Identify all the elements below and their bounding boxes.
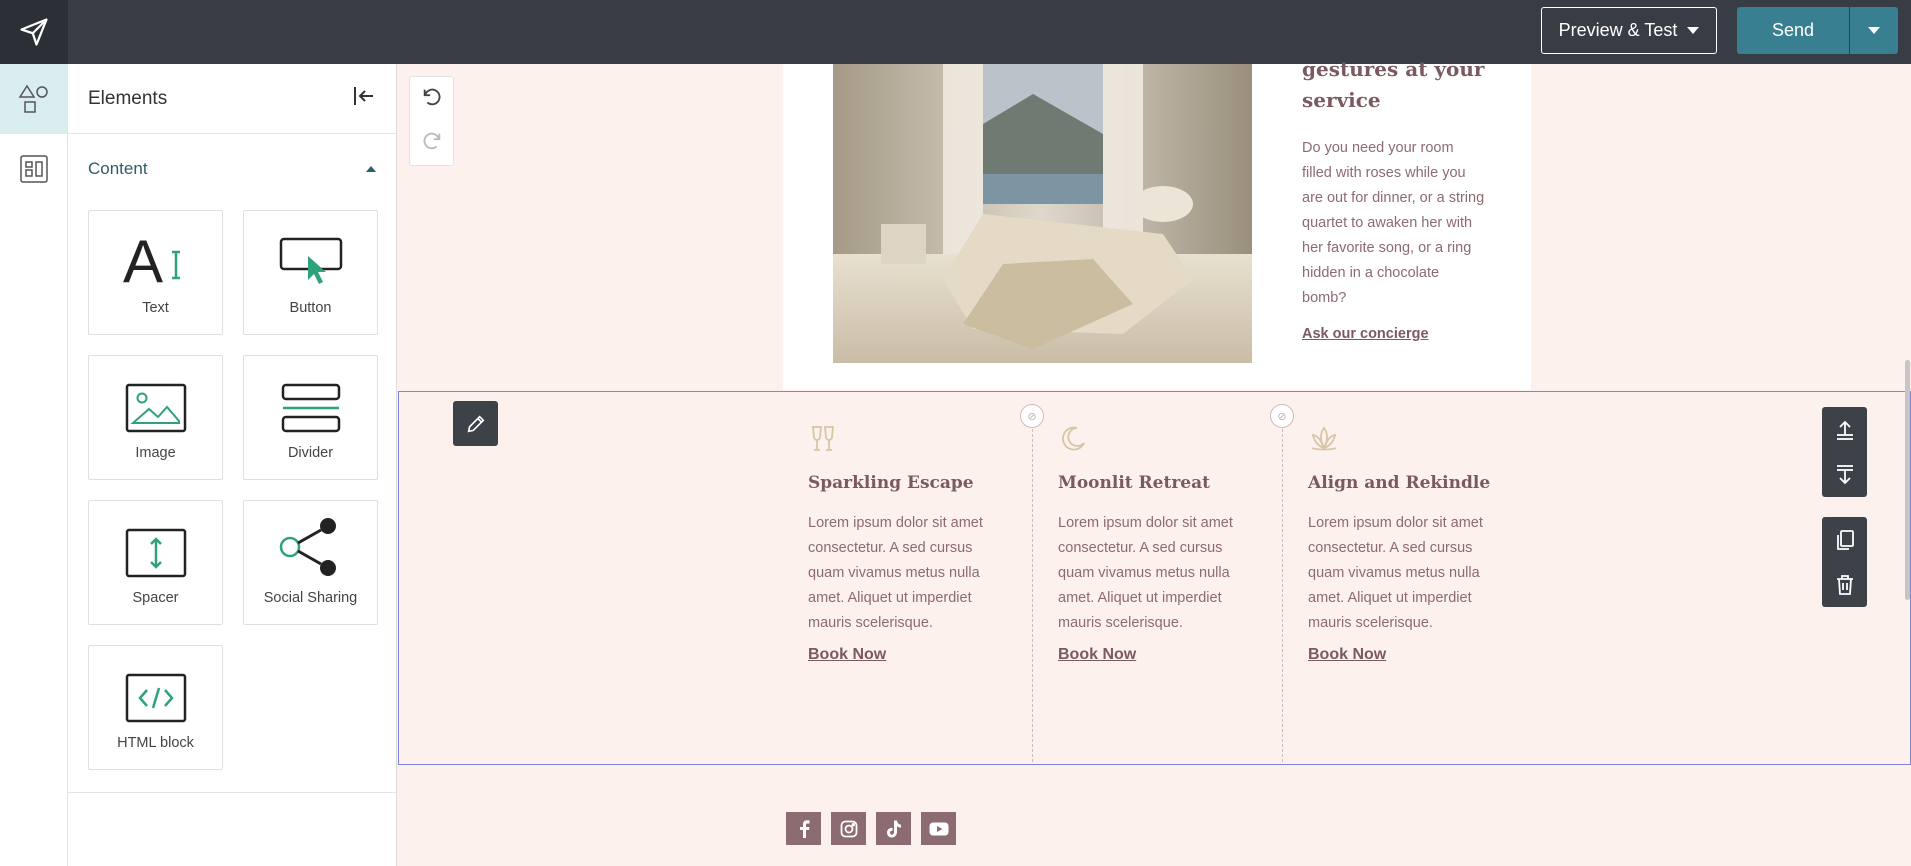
- chevron-down-icon: [1687, 27, 1700, 34]
- tile-button[interactable]: Button: [243, 210, 378, 335]
- book-now-link[interactable]: Book Now: [1308, 646, 1386, 664]
- column-resize-handle[interactable]: ⊘: [1020, 404, 1044, 428]
- tile-label: HTML block: [117, 735, 194, 751]
- move-up-icon[interactable]: [1822, 407, 1867, 452]
- tile-label: Divider: [287, 445, 334, 461]
- delete-icon[interactable]: [1822, 562, 1867, 607]
- collapse-left-icon[interactable]: [352, 85, 376, 112]
- tile-text[interactable]: A Text: [88, 210, 223, 335]
- text-icon: A: [123, 230, 180, 288]
- column-title: Sparkling Escape: [808, 473, 974, 493]
- edit-section-button[interactable]: [453, 401, 498, 446]
- column-title: Moonlit Retreat: [1058, 473, 1210, 493]
- tile-label: Spacer: [132, 590, 179, 606]
- column-text: Lorem ipsum dolor sit amet consectetur. …: [1308, 515, 1483, 631]
- column-resize-handle[interactable]: ⊘: [1270, 404, 1294, 428]
- divider-icon: [281, 383, 340, 433]
- layout-icon: [20, 155, 48, 183]
- column-moonlit-retreat: Moonlit Retreat Lorem ipsum dolor sit am…: [1058, 421, 1258, 664]
- moon-icon: [1058, 421, 1258, 457]
- book-now-link[interactable]: Book Now: [1058, 646, 1136, 664]
- tile-image[interactable]: Image: [88, 355, 223, 480]
- section-title: Content: [88, 159, 148, 178]
- rail-elements-button[interactable]: [0, 64, 68, 134]
- top-bar: Preview & Test Send: [0, 0, 1911, 64]
- row-action-toolbar: [1822, 517, 1867, 607]
- code-icon: [125, 673, 186, 723]
- hero-image[interactable]: [833, 64, 1252, 363]
- lotus-icon: [1308, 421, 1508, 457]
- paper-plane-icon[interactable]: [0, 0, 68, 64]
- youtube-icon[interactable]: [921, 812, 956, 845]
- facebook-icon[interactable]: [786, 812, 821, 845]
- column-title: Align and Rekindle: [1308, 473, 1491, 493]
- button-icon: [279, 237, 342, 284]
- preview-test-button[interactable]: Preview & Test: [1541, 7, 1717, 54]
- send-label: Send: [1771, 20, 1815, 40]
- chevron-up-icon: [366, 166, 376, 172]
- elements-grid: A Text Button Image Divider Spacer Socia…: [68, 204, 396, 770]
- left-rail: [0, 64, 68, 866]
- history-toolbar: [409, 76, 454, 166]
- undo-icon[interactable]: [421, 86, 443, 113]
- duplicate-icon[interactable]: [1822, 517, 1867, 562]
- tile-divider[interactable]: Divider: [243, 355, 378, 480]
- share-icon: [279, 518, 336, 576]
- svg-text:A: A: [123, 230, 163, 288]
- canvas-scrollbar[interactable]: [1905, 360, 1910, 600]
- champagne-icon: [808, 421, 1008, 457]
- send-button[interactable]: Send: [1737, 7, 1849, 54]
- hero-heading: gestures at your service: [1302, 57, 1485, 112]
- send-options-button[interactable]: [1850, 7, 1898, 54]
- column-align-rekindle: Align and Rekindle Lorem ipsum dolor sit…: [1308, 421, 1508, 664]
- column-divider: [1032, 404, 1033, 762]
- tiktok-icon[interactable]: [876, 812, 911, 845]
- redo-icon[interactable]: [421, 130, 443, 157]
- spacer-icon: [125, 528, 186, 578]
- column-text: Lorem ipsum dolor sit amet consectetur. …: [1058, 515, 1233, 631]
- row-move-toolbar: [1822, 407, 1867, 497]
- tile-social-sharing[interactable]: Social Sharing: [243, 500, 378, 625]
- preview-test-label: Preview & Test: [1558, 20, 1678, 40]
- social-links: [786, 812, 956, 845]
- chevron-down-icon: [1868, 27, 1880, 34]
- image-icon: [125, 383, 186, 433]
- column-text: Lorem ipsum dolor sit amet consectetur. …: [808, 515, 983, 631]
- elements-panel: Elements Content A Text Button Image Div…: [68, 64, 397, 866]
- column-divider: [1282, 404, 1283, 762]
- hero-text: Do you need your room filled with roses …: [1302, 140, 1485, 306]
- content-section-header[interactable]: Content: [68, 134, 396, 204]
- panel-divider: [68, 792, 396, 793]
- instagram-icon[interactable]: [831, 812, 866, 845]
- concierge-link[interactable]: Ask our concierge: [1302, 326, 1429, 342]
- tile-spacer[interactable]: Spacer: [88, 500, 223, 625]
- tile-label: Text: [142, 300, 169, 316]
- column-sparkling-escape: Sparkling Escape Lorem ipsum dolor sit a…: [808, 421, 1008, 664]
- panel-header: Elements: [68, 64, 396, 134]
- book-now-link[interactable]: Book Now: [808, 646, 886, 664]
- tile-label: Image: [135, 445, 176, 461]
- tile-label: Button: [289, 300, 332, 316]
- tile-label: Social Sharing: [263, 590, 358, 606]
- pencil-icon: [467, 414, 485, 432]
- tile-html-block[interactable]: HTML block: [88, 645, 223, 770]
- panel-title: Elements: [88, 87, 168, 109]
- shapes-icon: [18, 84, 48, 113]
- rail-layout-button[interactable]: [0, 134, 68, 204]
- move-down-icon[interactable]: [1822, 452, 1867, 497]
